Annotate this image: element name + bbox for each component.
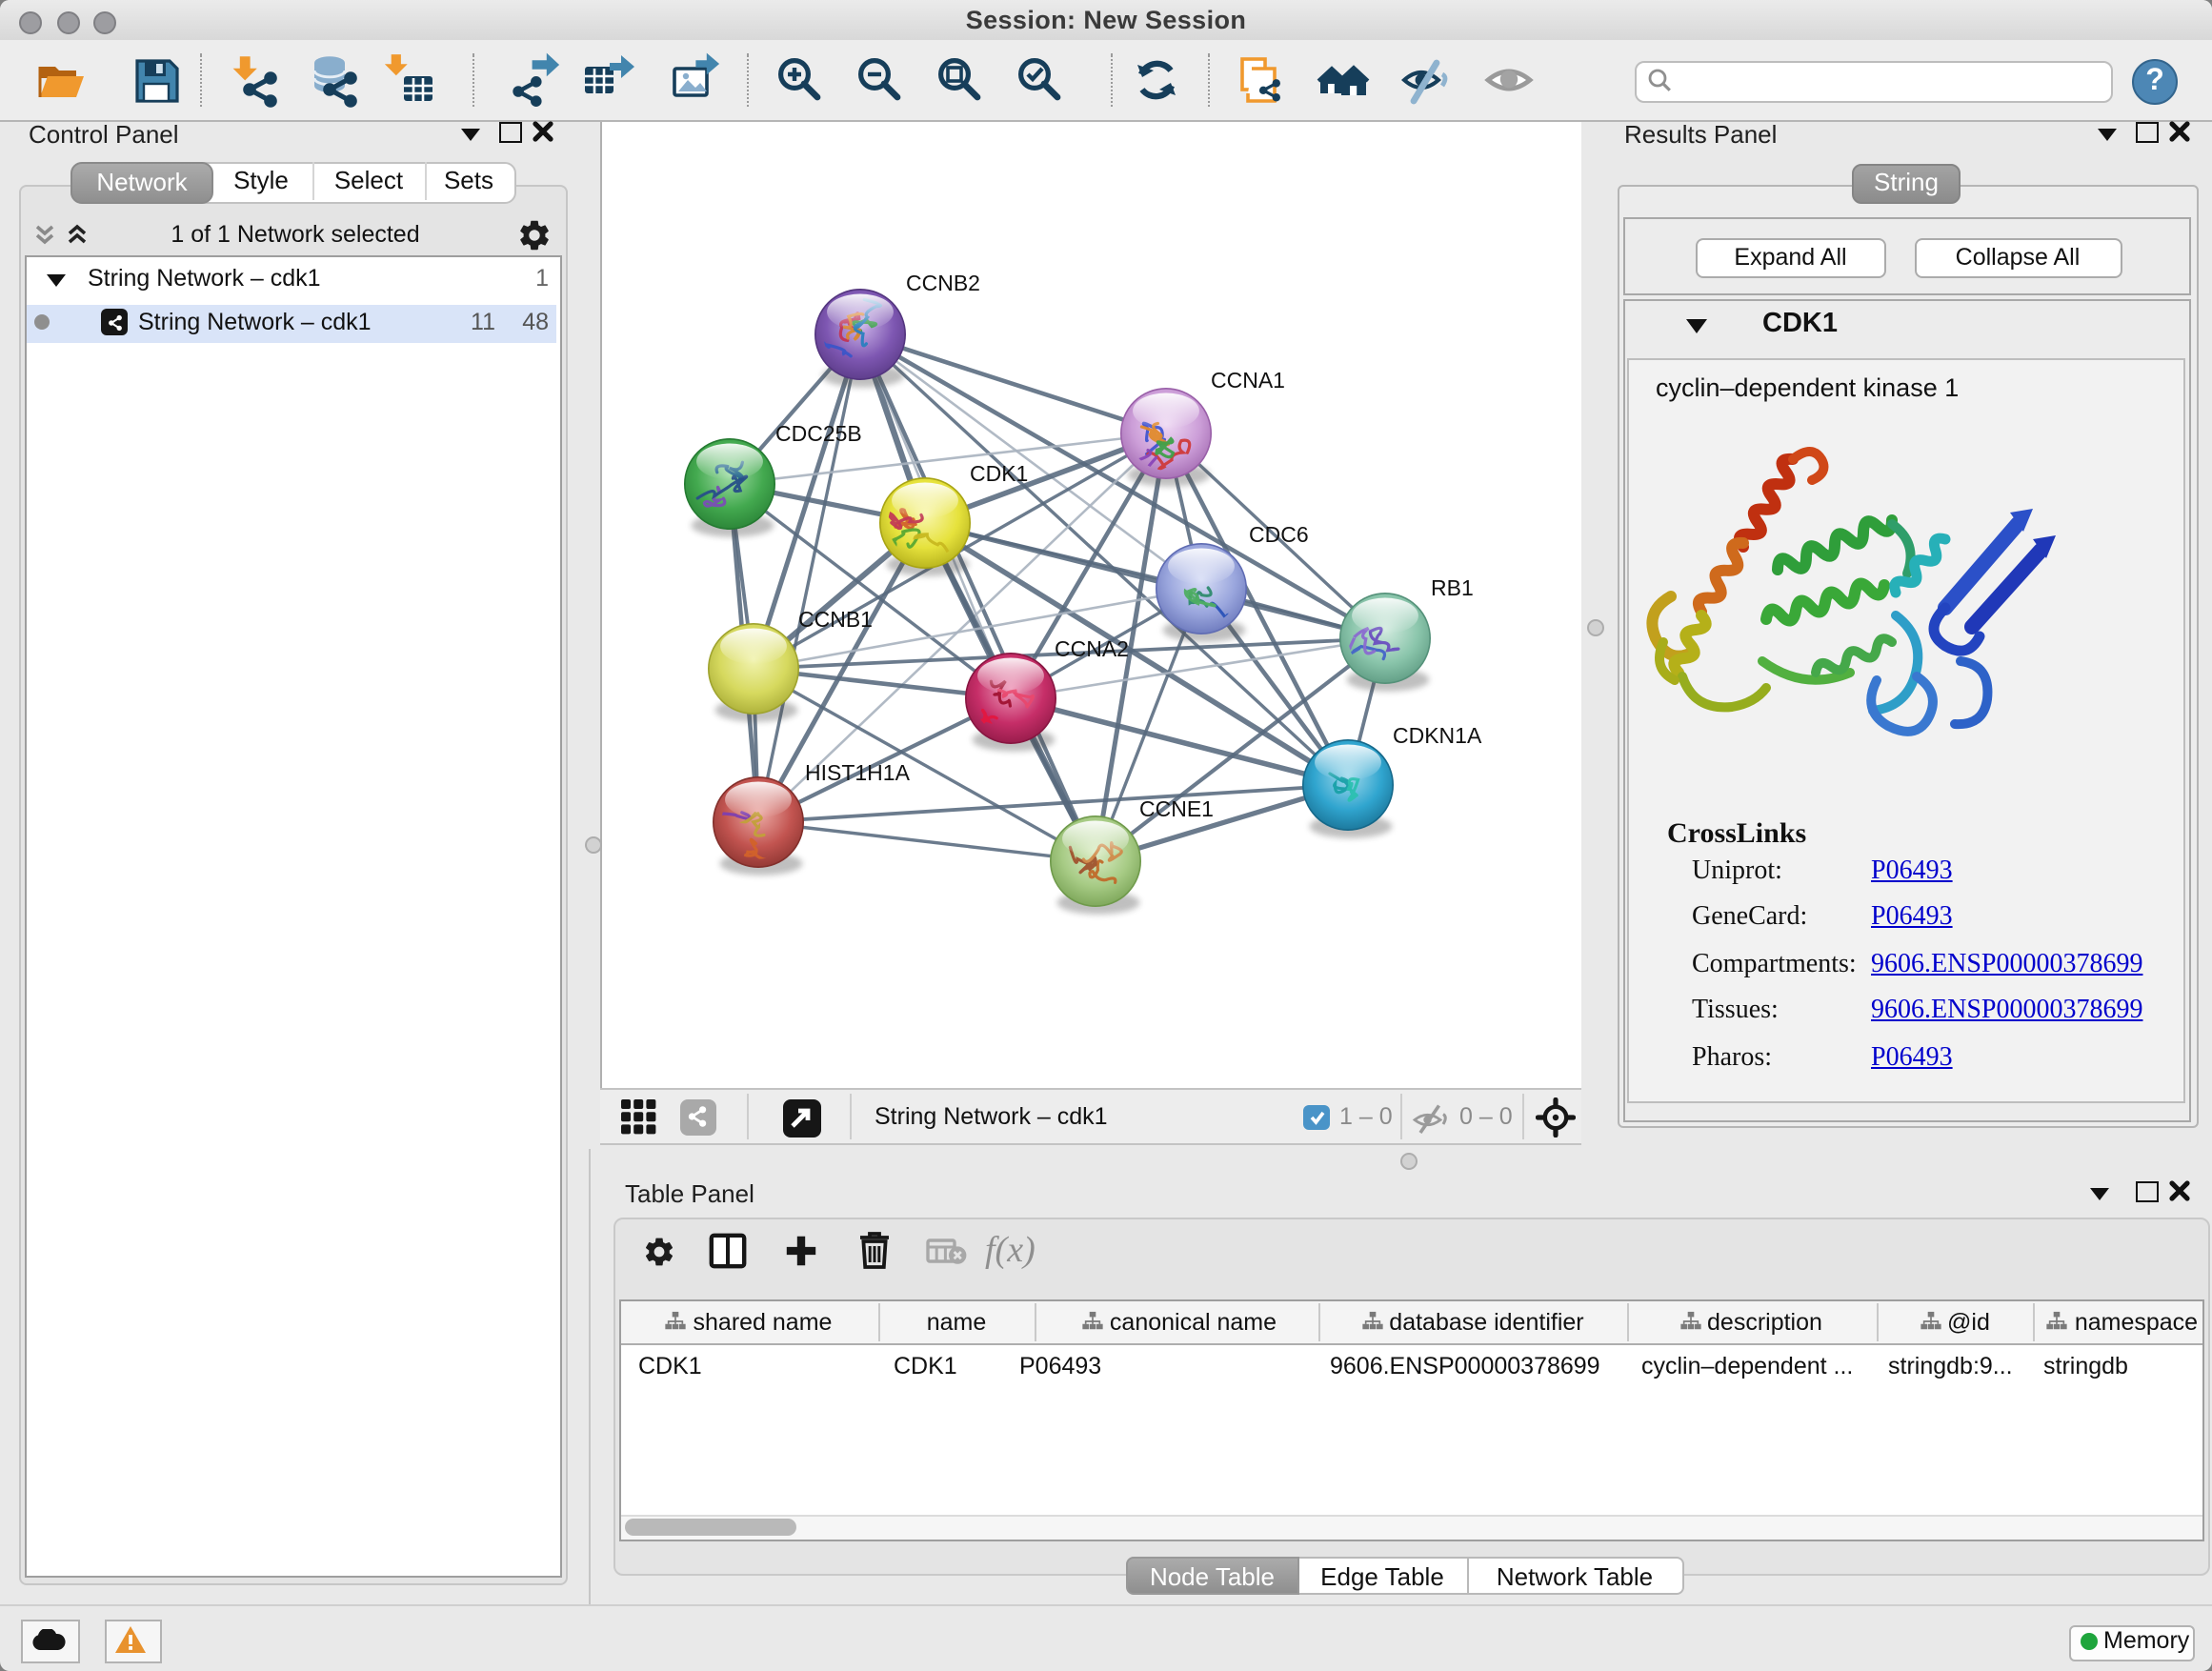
svg-text:CCNA1: CCNA1 bbox=[1211, 367, 1285, 392]
svg-text:CDC6: CDC6 bbox=[1249, 521, 1309, 546]
svg-text:CCNB1: CCNB1 bbox=[798, 606, 873, 631]
svg-text:CDC25B: CDC25B bbox=[775, 420, 862, 445]
svg-text:HIST1H1A: HIST1H1A bbox=[805, 759, 911, 784]
svg-text:CCNB2: CCNB2 bbox=[906, 270, 980, 294]
svg-text:CCNA2: CCNA2 bbox=[1055, 635, 1129, 660]
svg-text:CCNE1: CCNE1 bbox=[1139, 795, 1214, 820]
svg-text:RB1: RB1 bbox=[1431, 574, 1474, 599]
svg-text:CDK1: CDK1 bbox=[970, 460, 1028, 485]
svg-text:CDKN1A: CDKN1A bbox=[1393, 722, 1482, 747]
